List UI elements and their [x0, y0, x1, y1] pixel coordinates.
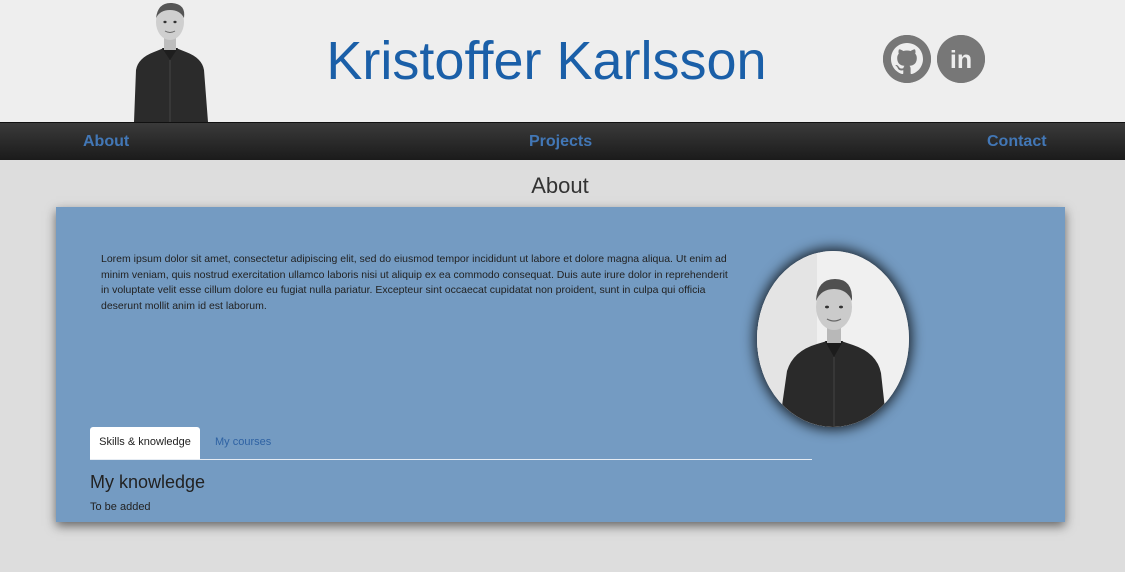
main-navbar: About Projects Contact — [0, 122, 1125, 160]
github-icon[interactable] — [883, 35, 931, 83]
site-header: Kristoffer Karlsson in — [0, 0, 1125, 122]
tab-my-courses[interactable]: My courses — [215, 427, 271, 458]
tab-skills-knowledge[interactable]: Skills & knowledge — [90, 427, 200, 459]
knowledge-heading: My knowledge — [90, 472, 206, 492]
nav-link-projects[interactable]: Projects — [529, 123, 592, 161]
section-title: About — [531, 173, 589, 198]
profile-photo — [757, 251, 909, 427]
about-tabs: Skills & knowledge My courses — [90, 427, 812, 460]
nav-link-contact[interactable]: Contact — [987, 123, 1047, 161]
knowledge-text: To be added — [90, 501, 151, 513]
about-card: Lorem ipsum dolor sit amet, consectetur … — [56, 207, 1065, 522]
linkedin-icon[interactable]: in — [937, 35, 985, 83]
linkedin-glyph: in — [950, 46, 972, 74]
about-text: Lorem ipsum dolor sit amet, consectetur … — [101, 253, 728, 312]
nav-link-about[interactable]: About — [83, 123, 129, 161]
